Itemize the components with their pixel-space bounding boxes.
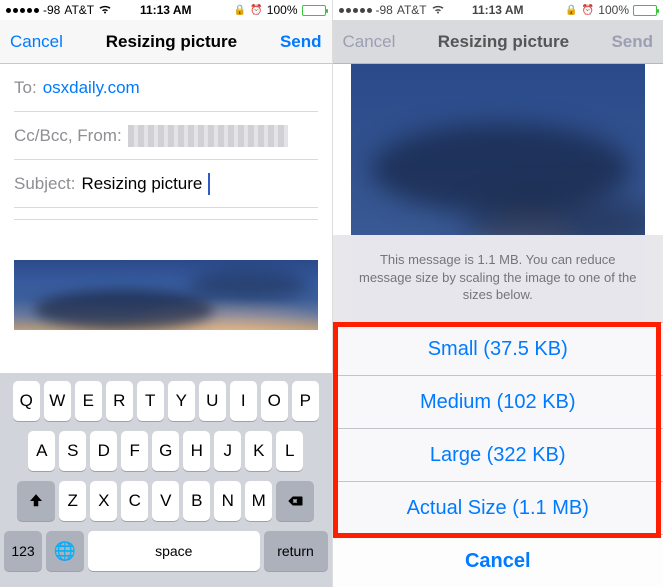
key-o[interactable]: O — [261, 381, 288, 421]
send-button[interactable]: Send — [280, 32, 322, 52]
compose-fields: To: osxdaily.com Cc/Bcc, From: Subject: … — [0, 64, 332, 220]
key-s[interactable]: S — [59, 431, 86, 471]
attached-image-preview[interactable] — [14, 260, 318, 330]
subject-label: Subject: — [14, 174, 75, 194]
key-f[interactable]: F — [121, 431, 148, 471]
key-l[interactable]: L — [276, 431, 303, 471]
to-value: osxdaily.com — [43, 78, 140, 98]
key-n[interactable]: N — [214, 481, 241, 521]
key-g[interactable]: G — [152, 431, 179, 471]
compose-nav-bar: Cancel Resizing picture Send — [0, 20, 332, 64]
size-option-medium[interactable]: Medium (102 KB) — [333, 375, 663, 428]
alarm-icon: ⏰ — [250, 5, 262, 16]
key-p[interactable]: P — [292, 381, 319, 421]
key-z[interactable]: Z — [59, 481, 86, 521]
lock-icon: 🔒 — [565, 5, 577, 16]
alarm-icon: ⏰ — [582, 5, 594, 16]
size-option-small[interactable]: Small (37.5 KB) — [333, 322, 663, 375]
signal-icon — [6, 8, 39, 13]
subject-value: Resizing picture — [81, 174, 202, 194]
cancel-button[interactable]: Cancel — [10, 32, 63, 52]
key-v[interactable]: V — [152, 481, 179, 521]
battery-pct: 100% — [598, 3, 629, 17]
status-bar: -98 AT&T 11:13 AM 🔒 ⏰ 100% — [333, 0, 663, 20]
globe-key[interactable]: 🌐 — [46, 531, 84, 571]
subject-field[interactable]: Subject: Resizing picture — [14, 160, 318, 208]
key-q[interactable]: Q — [13, 381, 40, 421]
nav-title: Resizing picture — [63, 32, 280, 52]
key-k[interactable]: K — [245, 431, 272, 471]
attachment-area — [0, 260, 332, 330]
resize-sheet-screen: -98 AT&T 11:13 AM 🔒 ⏰ 100% Cancel Resizi… — [332, 0, 663, 587]
status-bar: -98 AT&T 11:13 AM 🔒 ⏰ 100% — [0, 0, 332, 20]
key-r[interactable]: R — [106, 381, 133, 421]
signal-strength: -98 — [376, 3, 393, 17]
return-key[interactable]: return — [264, 531, 328, 571]
cc-bcc-from-field[interactable]: Cc/Bcc, From: — [14, 112, 318, 160]
key-m[interactable]: M — [245, 481, 272, 521]
key-h[interactable]: H — [183, 431, 210, 471]
key-u[interactable]: U — [199, 381, 226, 421]
compose-screen: -98 AT&T 11:13 AM 🔒 ⏰ 100% Cancel Resizi… — [0, 0, 332, 587]
keyboard-row-3: Z X C V B N M — [4, 481, 328, 521]
carrier-label: AT&T — [397, 3, 427, 17]
key-y[interactable]: Y — [168, 381, 195, 421]
to-field[interactable]: To: osxdaily.com — [14, 64, 318, 112]
battery-icon — [302, 5, 326, 16]
globe-icon: 🌐 — [54, 541, 76, 562]
signal-strength: -98 — [43, 3, 60, 17]
key-c[interactable]: C — [121, 481, 148, 521]
battery-pct: 100% — [267, 3, 298, 17]
shift-key[interactable] — [17, 481, 55, 521]
battery-icon — [633, 5, 657, 16]
keyboard-row-1: Q W E R T Y U I O P — [4, 381, 328, 421]
carrier-label: AT&T — [64, 3, 94, 17]
key-i[interactable]: I — [230, 381, 257, 421]
keyboard-row-4: 123 🌐 space return — [4, 531, 328, 571]
text-caret — [208, 173, 210, 195]
send-button: Send — [611, 32, 653, 52]
numbers-key[interactable]: 123 — [4, 531, 42, 571]
cancel-button: Cancel — [343, 32, 396, 52]
backspace-icon — [286, 492, 304, 510]
from-value-redacted — [128, 125, 288, 147]
resize-action-sheet: This message is 1.1 MB. You can reduce m… — [333, 235, 663, 587]
signal-icon — [339, 8, 372, 13]
compose-nav-bar-dimmed: Cancel Resizing picture Send — [333, 20, 663, 64]
nav-title: Resizing picture — [395, 32, 611, 52]
wifi-icon — [98, 3, 112, 17]
key-w[interactable]: W — [44, 381, 71, 421]
size-option-large[interactable]: Large (322 KB) — [333, 428, 663, 481]
size-option-actual[interactable]: Actual Size (1.1 MB) — [333, 481, 663, 534]
shift-icon — [27, 492, 45, 510]
key-t[interactable]: T — [137, 381, 164, 421]
backspace-key[interactable] — [276, 481, 314, 521]
space-key[interactable]: space — [88, 531, 260, 571]
key-b[interactable]: B — [183, 481, 210, 521]
keyboard: Q W E R T Y U I O P A S D F G H J K L — [0, 373, 332, 587]
wifi-icon — [431, 3, 445, 17]
key-d[interactable]: D — [90, 431, 117, 471]
sheet-message: This message is 1.1 MB. You can reduce m… — [333, 235, 663, 322]
sheet-cancel-button[interactable]: Cancel — [333, 534, 663, 587]
key-x[interactable]: X — [90, 481, 117, 521]
lock-icon: 🔒 — [234, 5, 246, 16]
key-j[interactable]: J — [214, 431, 241, 471]
key-a[interactable]: A — [28, 431, 55, 471]
cc-label: Cc/Bcc, From: — [14, 126, 122, 146]
keyboard-row-2: A S D F G H J K L — [4, 431, 328, 471]
to-label: To: — [14, 78, 37, 98]
key-e[interactable]: E — [75, 381, 102, 421]
